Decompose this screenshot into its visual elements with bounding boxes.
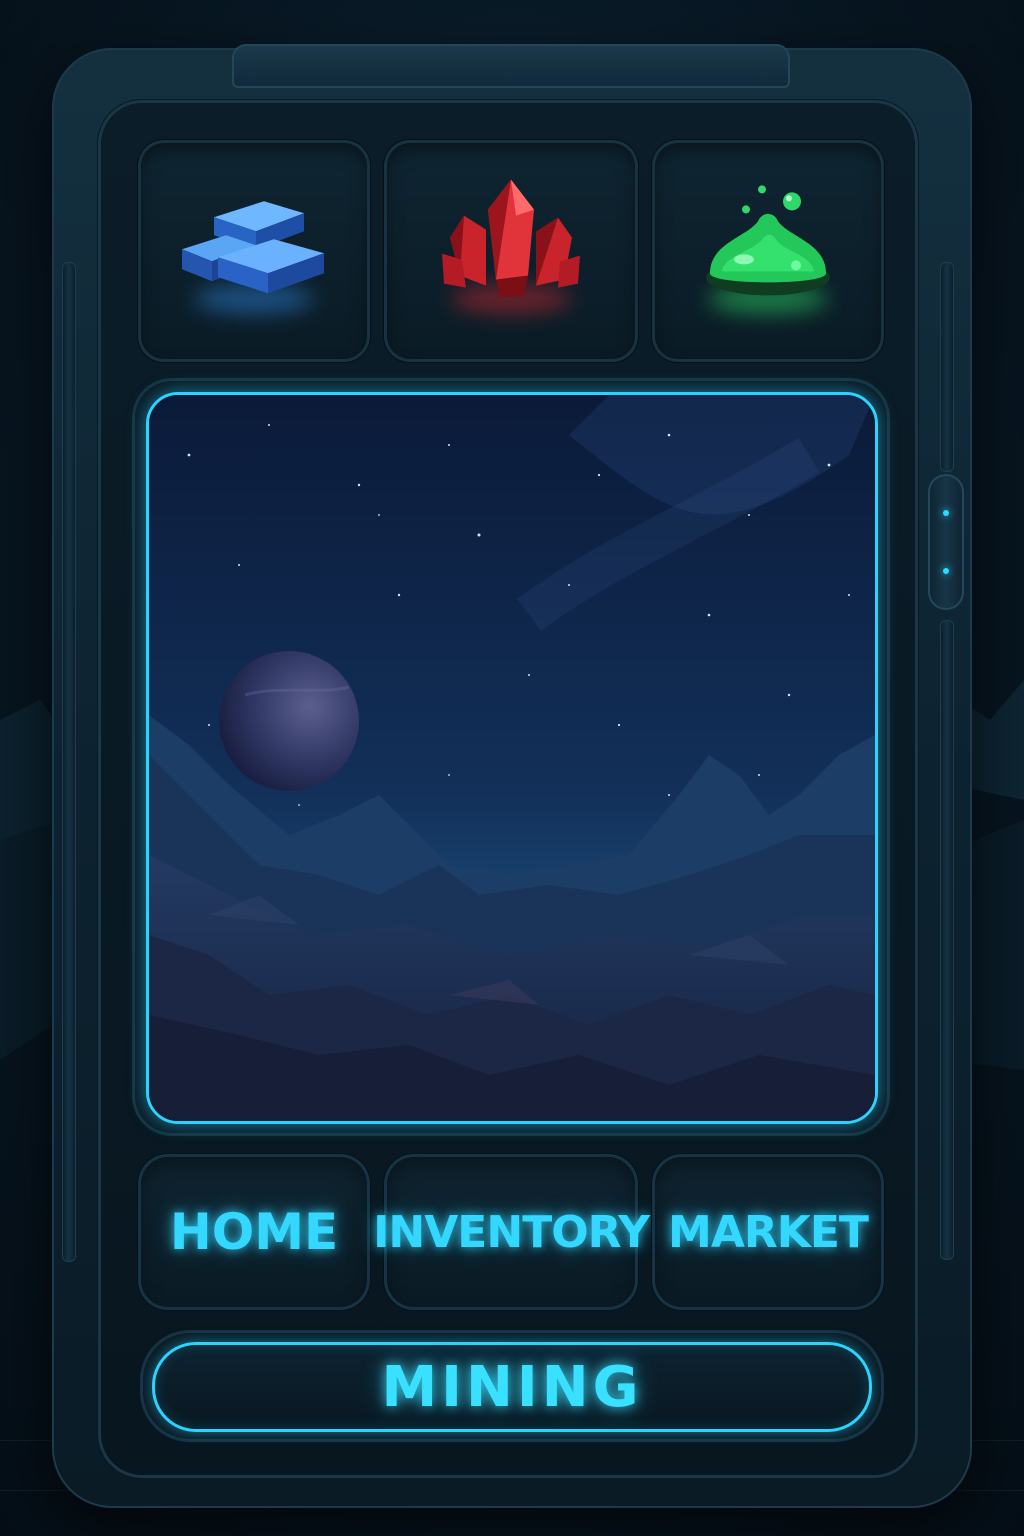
resource-slot-crystal[interactable]	[384, 140, 638, 362]
right-side-rail	[940, 262, 954, 472]
indicator-light	[943, 568, 949, 574]
planet-scene	[146, 392, 878, 1124]
mining-label: MINING	[381, 1354, 643, 1420]
home-button[interactable]: HOME	[138, 1154, 370, 1310]
resource-slot-ingot[interactable]	[138, 140, 370, 362]
left-side-rail	[62, 262, 76, 1262]
slime-icon	[706, 185, 830, 296]
market-button[interactable]: MARKET	[652, 1154, 884, 1310]
right-side-rail-lower	[940, 620, 954, 1260]
landscape-illustration	[149, 395, 875, 1121]
side-button[interactable]	[928, 474, 964, 610]
device-top-bar	[232, 44, 790, 88]
inventory-label: INVENTORY	[373, 1206, 650, 1258]
home-label: HOME	[169, 1203, 339, 1261]
mining-button[interactable]: MINING	[152, 1342, 872, 1432]
indicator-light	[943, 510, 949, 516]
resource-slot-slime[interactable]	[652, 140, 884, 362]
market-label: MARKET	[668, 1206, 869, 1258]
crystal-icon	[442, 179, 580, 298]
inventory-button[interactable]: INVENTORY	[373, 1154, 650, 1310]
ingot-icon	[182, 201, 324, 294]
